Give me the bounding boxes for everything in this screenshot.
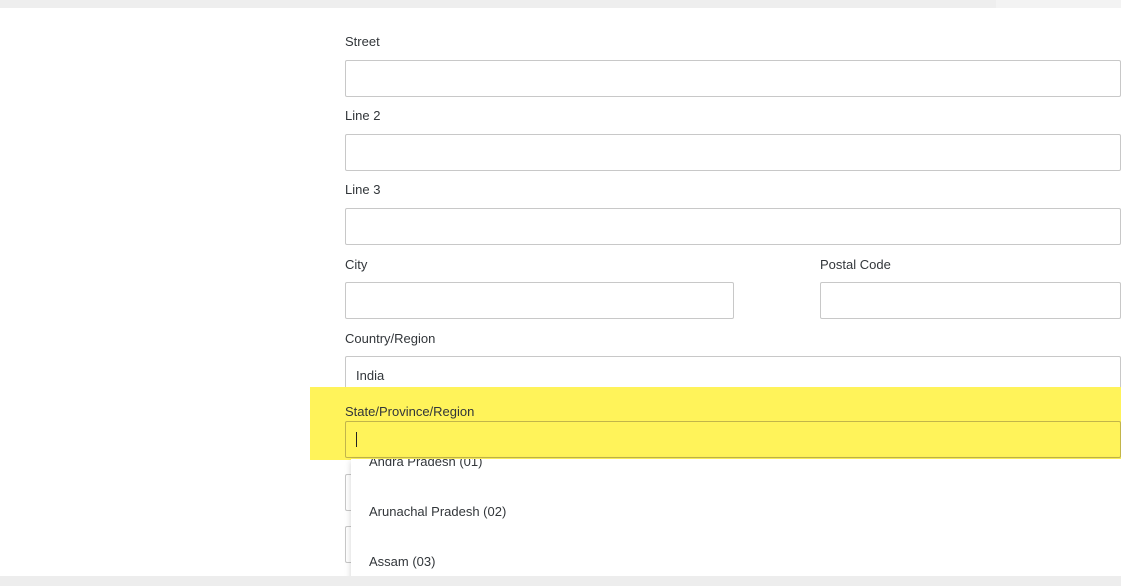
list-item[interactable]: Assam (03) <box>369 554 435 569</box>
postal-code-label: Postal Code <box>820 257 891 272</box>
city-label: City <box>345 257 368 272</box>
list-item[interactable]: Arunachal Pradesh (02) <box>369 504 506 519</box>
state-suggestion-list: Andra Pradesh (01) Arunachal Pradesh (02… <box>351 459 1121 586</box>
line3-input[interactable] <box>345 208 1121 245</box>
street-input[interactable] <box>345 60 1121 97</box>
country-label: Country/Region <box>345 331 436 346</box>
list-item[interactable]: Andra Pradesh (01) <box>369 459 482 469</box>
street-label: Street <box>345 34 380 49</box>
bottom-strip <box>0 576 1121 586</box>
country-value: India <box>356 368 385 383</box>
state-input[interactable] <box>345 421 1121 458</box>
line2-input[interactable] <box>345 134 1121 171</box>
state-label: State/Province/Region <box>345 404 475 419</box>
postal-code-input[interactable] <box>820 282 1121 319</box>
top-toolbar-strip <box>0 0 1121 8</box>
city-input[interactable] <box>345 282 734 319</box>
line3-label: Line 3 <box>345 182 381 197</box>
top-strip-left <box>0 0 996 8</box>
text-caret <box>356 432 357 447</box>
line2-label: Line 2 <box>345 108 381 123</box>
